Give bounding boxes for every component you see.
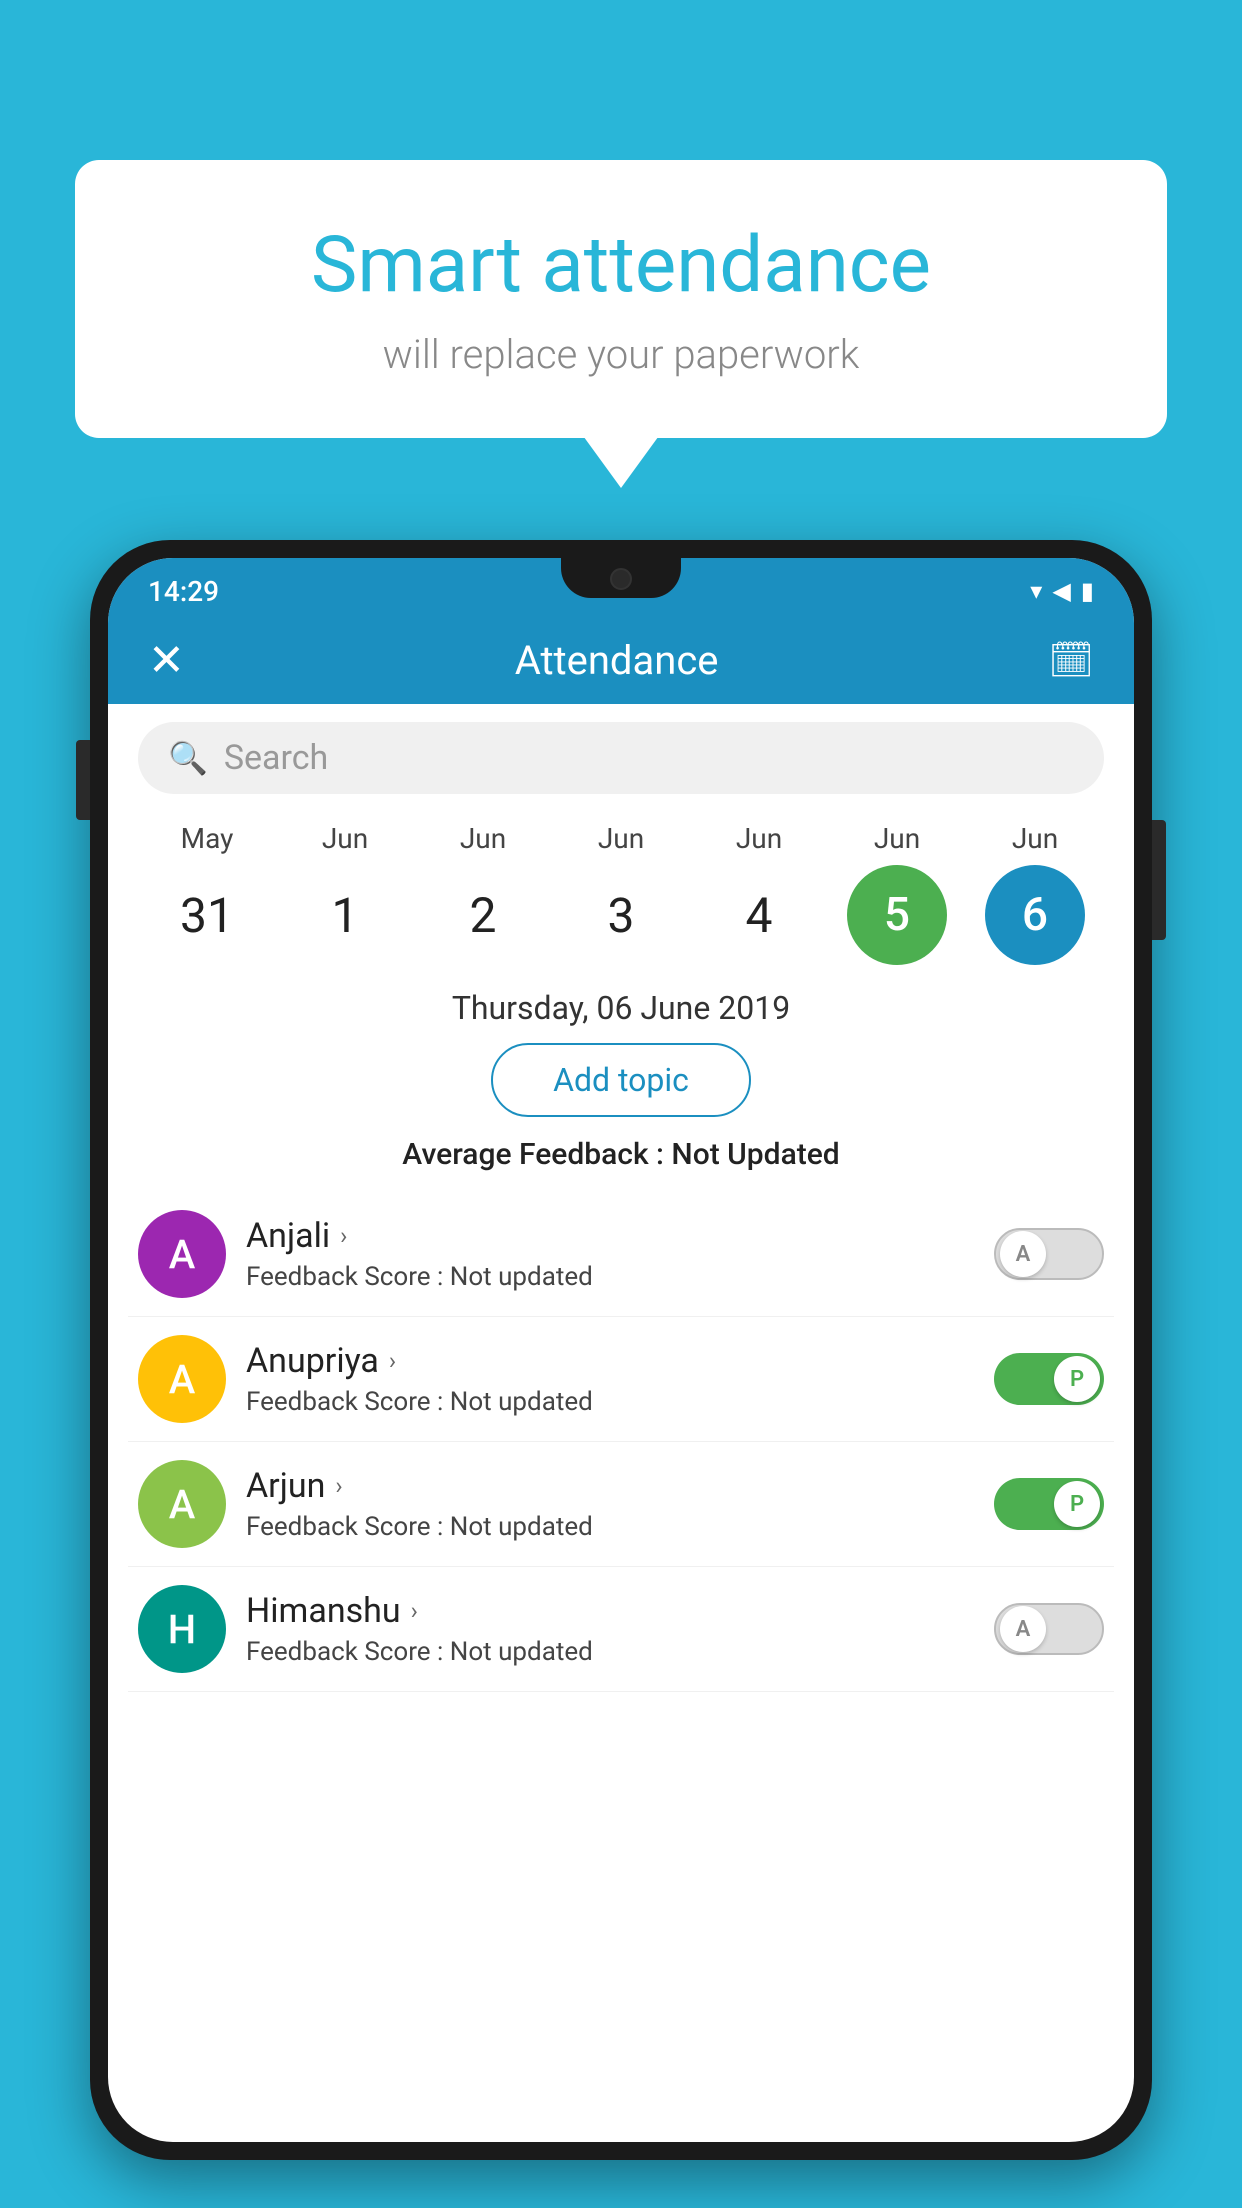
student-name-himanshu: Himanshu ›	[246, 1591, 974, 1631]
date-6-selected[interactable]: 6	[985, 865, 1085, 965]
date-2[interactable]: 2	[418, 887, 548, 944]
chevron-right-icon: ›	[411, 1597, 418, 1625]
feedback-score-arjun: Feedback Score : Not updated	[246, 1512, 974, 1542]
attendance-toggle-arjun[interactable]: P	[994, 1478, 1104, 1530]
close-button[interactable]: ✕	[148, 638, 185, 682]
toggle-anjali[interactable]: A	[994, 1228, 1104, 1280]
selected-date-heading: Thursday, 06 June 2019	[108, 989, 1134, 1027]
app-header: ✕ Attendance 🗓	[108, 616, 1134, 704]
battery-icon: ▮	[1081, 577, 1094, 605]
month-0: May	[142, 822, 272, 855]
search-input[interactable]: Search	[224, 738, 328, 778]
phone-notch	[561, 558, 681, 598]
date-31[interactable]: 31	[142, 887, 272, 944]
add-topic-button[interactable]: Add topic	[491, 1043, 751, 1117]
month-2: Jun	[418, 822, 548, 855]
feedback-score-anupriya: Feedback Score : Not updated	[246, 1387, 974, 1417]
front-camera	[610, 568, 632, 590]
student-info-arjun: Arjun › Feedback Score : Not updated	[246, 1466, 974, 1542]
avatar-anjali: A	[138, 1210, 226, 1298]
calendar-icon[interactable]: 🗓	[1048, 639, 1094, 681]
phone-side-button-left	[76, 740, 90, 820]
feedback-score-himanshu: Feedback Score : Not updated	[246, 1637, 974, 1667]
month-3: Jun	[556, 822, 686, 855]
student-list: A Anjali › Feedback Score : Not updated	[108, 1192, 1134, 1692]
month-1: Jun	[280, 822, 410, 855]
status-time: 14:29	[148, 575, 219, 608]
phone-side-button-right	[1152, 820, 1166, 940]
date-wrapper-2[interactable]: 2	[418, 887, 548, 944]
attendance-toggle-himanshu[interactable]: A	[994, 1603, 1104, 1655]
date-3[interactable]: 3	[556, 887, 686, 944]
date-wrapper-1[interactable]: 1	[280, 887, 410, 944]
speech-subtitle: will replace your paperwork	[135, 331, 1107, 378]
student-info-anjali: Anjali › Feedback Score : Not updated	[246, 1216, 974, 1292]
attendance-toggle-anupriya[interactable]: P	[994, 1353, 1104, 1405]
calendar-strip: May Jun Jun Jun Jun Jun Jun 31 1	[108, 812, 1134, 965]
date-wrapper-6[interactable]: 6	[970, 865, 1100, 965]
chevron-right-icon: ›	[340, 1222, 347, 1250]
toggle-knob-anupriya: P	[1054, 1356, 1100, 1402]
avatar-himanshu: H	[138, 1585, 226, 1673]
student-name-anupriya: Anupriya ›	[246, 1341, 974, 1381]
average-feedback: Average Feedback : Not Updated	[108, 1137, 1134, 1172]
student-name-anjali: Anjali ›	[246, 1216, 974, 1256]
calendar-dates: 31 1 2 3 4 5	[138, 865, 1104, 965]
date-4[interactable]: 4	[694, 887, 824, 944]
search-icon: 🔍	[168, 739, 208, 777]
toggle-arjun[interactable]: P	[994, 1478, 1104, 1530]
month-6: Jun	[970, 822, 1100, 855]
month-4: Jun	[694, 822, 824, 855]
speech-bubble-container: Smart attendance will replace your paper…	[75, 160, 1167, 438]
toggle-anupriya[interactable]: P	[994, 1353, 1104, 1405]
toggle-knob-arjun: P	[1054, 1481, 1100, 1527]
date-5-active[interactable]: 5	[847, 865, 947, 965]
wifi-icon: ▾	[1030, 577, 1042, 605]
student-item-anupriya[interactable]: A Anupriya › Feedback Score : Not update…	[128, 1317, 1114, 1442]
student-name-arjun: Arjun ›	[246, 1466, 974, 1506]
phone-outer: 14:29 ▾ ◀ ▮ ✕ Attendance 🗓 🔍 Search	[90, 540, 1152, 2160]
date-1[interactable]: 1	[280, 887, 410, 944]
avg-feedback-value: Not Updated	[671, 1137, 839, 1172]
date-wrapper-5[interactable]: 5	[832, 865, 962, 965]
attendance-toggle-anjali[interactable]: A	[994, 1228, 1104, 1280]
toggle-knob-anjali: A	[1000, 1231, 1046, 1277]
avg-feedback-label: Average Feedback :	[402, 1137, 664, 1172]
signal-icon: ◀	[1052, 577, 1070, 605]
calendar-months: May Jun Jun Jun Jun Jun Jun	[138, 822, 1104, 855]
phone-container: 14:29 ▾ ◀ ▮ ✕ Attendance 🗓 🔍 Search	[90, 540, 1152, 2208]
chevron-right-icon: ›	[335, 1472, 342, 1500]
screen-title: Attendance	[515, 637, 719, 684]
date-wrapper-0[interactable]: 31	[142, 887, 272, 944]
feedback-score-anjali: Feedback Score : Not updated	[246, 1262, 974, 1292]
avatar-anupriya: A	[138, 1335, 226, 1423]
student-item-arjun[interactable]: A Arjun › Feedback Score : Not updated	[128, 1442, 1114, 1567]
date-wrapper-4[interactable]: 4	[694, 887, 824, 944]
avatar-arjun: A	[138, 1460, 226, 1548]
month-5: Jun	[832, 822, 962, 855]
phone-screen: 14:29 ▾ ◀ ▮ ✕ Attendance 🗓 🔍 Search	[108, 558, 1134, 2142]
speech-title: Smart attendance	[135, 220, 1107, 311]
toggle-himanshu[interactable]: A	[994, 1603, 1104, 1655]
search-bar[interactable]: 🔍 Search	[138, 722, 1104, 794]
status-icons: ▾ ◀ ▮	[1030, 577, 1094, 605]
speech-bubble: Smart attendance will replace your paper…	[75, 160, 1167, 438]
student-item-anjali[interactable]: A Anjali › Feedback Score : Not updated	[128, 1192, 1114, 1317]
student-info-himanshu: Himanshu › Feedback Score : Not updated	[246, 1591, 974, 1667]
chevron-right-icon: ›	[389, 1347, 396, 1375]
student-item-himanshu[interactable]: H Himanshu › Feedback Score : Not update…	[128, 1567, 1114, 1692]
student-info-anupriya: Anupriya › Feedback Score : Not updated	[246, 1341, 974, 1417]
toggle-knob-himanshu: A	[1000, 1606, 1046, 1652]
date-wrapper-3[interactable]: 3	[556, 887, 686, 944]
